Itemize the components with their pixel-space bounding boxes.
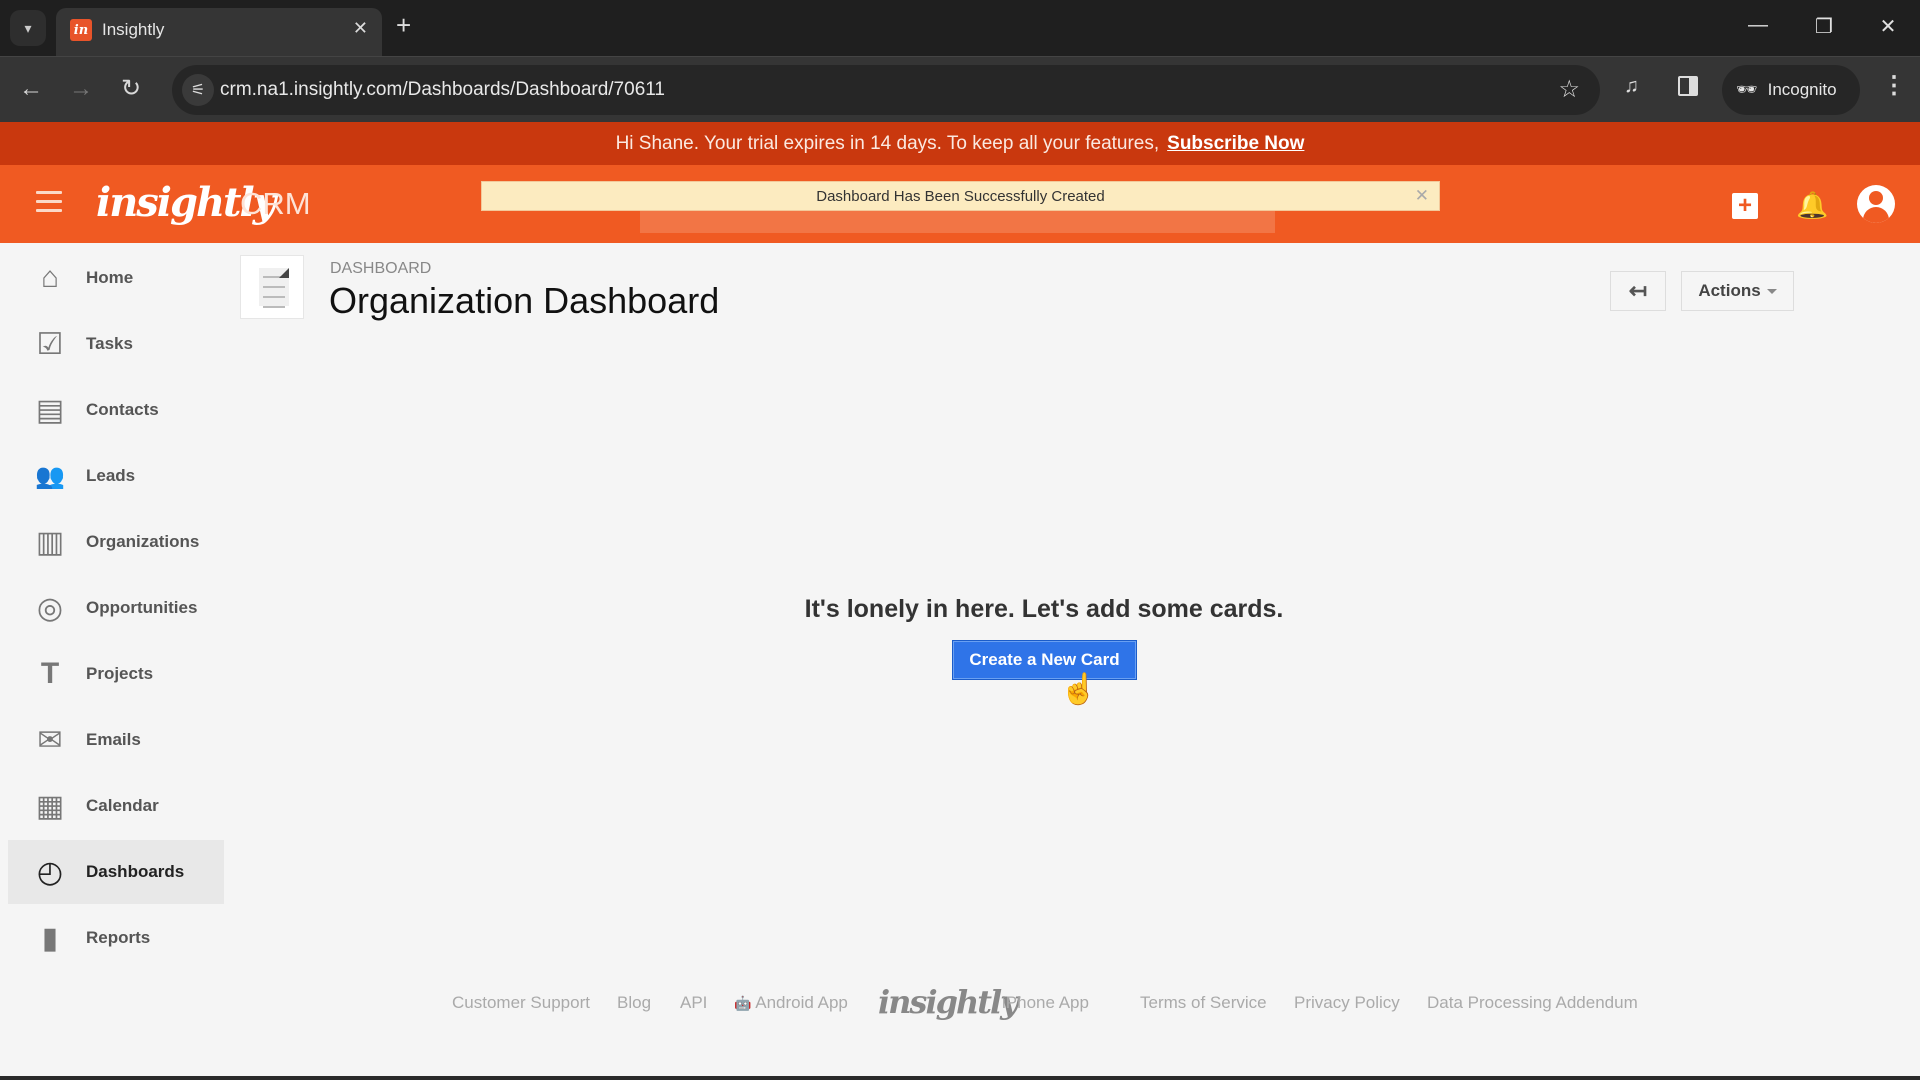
- footer-link-terms[interactable]: Terms of Service: [1140, 993, 1267, 1013]
- sidebar-item-organizations[interactable]: ▥ Organizations: [8, 510, 224, 574]
- sidebar-item-label: Contacts: [86, 400, 159, 419]
- sidebar-item-leads[interactable]: 👥 Leads: [8, 444, 224, 508]
- hammer-icon: T: [40, 657, 60, 690]
- envelope-icon: ✉: [37, 723, 63, 757]
- incognito-icon: 🕶: [1736, 80, 1758, 99]
- footer-link-data-processing[interactable]: Data Processing Addendum: [1427, 993, 1638, 1013]
- home-icon: ⌂: [40, 261, 60, 294]
- product-name: CRM: [240, 186, 311, 221]
- sidebar-item-label: Home: [86, 268, 134, 287]
- sidebar-item-label: Tasks: [86, 334, 133, 353]
- footer-link-blog[interactable]: Blog: [617, 993, 651, 1013]
- notifications-bell-icon[interactable]: 🔔: [1796, 190, 1828, 221]
- sidebar-item-label: Projects: [86, 664, 154, 683]
- browser-tab[interactable]: in Insightly ✕: [56, 8, 382, 56]
- forward-arrow-icon[interactable]: →: [66, 75, 96, 103]
- app-header: insightly CRM Dashboard Has Been Success…: [0, 165, 1920, 243]
- dashboard-document-icon: [240, 255, 304, 319]
- global-search-bar[interactable]: [640, 211, 1275, 233]
- incognito-label: Incognito: [1767, 80, 1837, 99]
- media-controls-icon[interactable]: ♫: [1624, 75, 1639, 98]
- chevron-down-icon: ▾: [24, 19, 32, 36]
- tasks-checkbox-icon: ☑: [36, 327, 64, 361]
- iphone-app-label: iPhone App: [1002, 993, 1089, 1012]
- sidebar-item-home[interactable]: ⌂ Home: [8, 246, 224, 310]
- trial-banner: Hi Shane. Your trial expires in 14 days.…: [0, 122, 1920, 165]
- speedometer-icon: ◴: [36, 855, 64, 889]
- sidebar-item-calendar[interactable]: ▦ Calendar: [8, 774, 224, 838]
- back-arrow-icon: ↤: [1628, 278, 1648, 303]
- bottom-edge: [0, 1076, 1920, 1080]
- sidebar-item-emails[interactable]: ✉ Emails: [8, 708, 224, 772]
- url-text[interactable]: crm.na1.insightly.com/Dashboards/Dashboa…: [220, 79, 665, 101]
- actions-label: Actions: [1698, 281, 1761, 300]
- footer: Customer Support Blog API 🤖 Android App …: [0, 983, 1920, 1021]
- browser-menu-icon[interactable]: ⋮: [1882, 71, 1906, 100]
- site-info-icon[interactable]: ⚟: [182, 74, 214, 106]
- browser-toolbar: ← → ↻ ⚟ crm.na1.insightly.com/Dashboards…: [0, 56, 1920, 122]
- back-button[interactable]: ↤: [1610, 271, 1666, 311]
- contact-card-icon: ▤: [35, 393, 65, 427]
- restore-button[interactable]: ❐: [1804, 14, 1844, 39]
- reload-icon[interactable]: ↻: [116, 75, 146, 103]
- sidebar-item-reports[interactable]: ▮ Reports: [8, 906, 224, 970]
- incognito-indicator[interactable]: 🕶 Incognito: [1722, 65, 1860, 115]
- people-icon: 👥: [35, 462, 65, 490]
- sidebar-item-label: Dashboards: [86, 862, 185, 881]
- caret-down-icon: [1766, 288, 1777, 294]
- subscribe-now-link[interactable]: Subscribe Now: [1167, 133, 1304, 155]
- minimize-button[interactable]: —: [1738, 14, 1778, 37]
- footer-link-privacy[interactable]: Privacy Policy: [1294, 993, 1400, 1013]
- android-app-label: Android App: [755, 993, 848, 1012]
- sidebar-item-projects[interactable]: T Projects: [8, 642, 224, 706]
- footer-link-iphone-app[interactable]: iPhone App: [1002, 993, 1089, 1013]
- bar-chart-icon: ▮: [41, 921, 59, 955]
- new-tab-button[interactable]: +: [396, 12, 411, 38]
- sidebar-item-label: Leads: [86, 466, 136, 485]
- bookmark-star-icon[interactable]: ☆: [1558, 75, 1580, 104]
- quick-add-icon[interactable]: +: [1732, 193, 1758, 219]
- success-toast: Dashboard Has Been Successfully Created …: [481, 181, 1440, 211]
- insightly-favicon-icon: in: [70, 19, 92, 41]
- toast-message: Dashboard Has Been Successfully Created: [816, 187, 1105, 205]
- actions-dropdown-button[interactable]: Actions: [1681, 271, 1794, 311]
- create-new-card-button[interactable]: Create a New Card: [952, 640, 1137, 680]
- building-icon: ▥: [35, 525, 65, 559]
- tab-close-icon[interactable]: ✕: [353, 18, 368, 39]
- sidebar-item-label: Calendar: [86, 796, 159, 815]
- sidebar-item-label: Reports: [86, 928, 151, 947]
- calendar-icon: ▦: [35, 789, 65, 823]
- tab-title: Insightly: [102, 20, 165, 39]
- address-bar[interactable]: ⚟ crm.na1.insightly.com/Dashboards/Dashb…: [172, 65, 1600, 115]
- sidebar-item-label: Emails: [86, 730, 141, 749]
- android-icon: 🤖: [734, 995, 752, 1011]
- footer-insightly-logo: insightly: [878, 983, 1019, 1021]
- back-arrow-icon[interactable]: ←: [16, 75, 46, 103]
- page-title: Organization Dashboard: [329, 280, 720, 321]
- footer-link-api[interactable]: API: [680, 993, 707, 1013]
- side-panel-icon[interactable]: [1678, 76, 1698, 96]
- hand-pointer-cursor-icon: ☝: [1060, 673, 1098, 706]
- browser-tab-bar: ▾ in Insightly ✕ + — ❐ ✕: [0, 0, 1920, 56]
- sidebar-item-tasks[interactable]: ☑ Tasks: [8, 312, 224, 376]
- hamburger-menu-icon[interactable]: [36, 191, 62, 213]
- sidebar-item-label: Organizations: [86, 532, 200, 551]
- empty-state-message: It's lonely in here. Let's add some card…: [804, 595, 1284, 623]
- trial-message: Hi Shane. Your trial expires in 14 days.…: [615, 132, 1160, 154]
- sidebar-item-dashboards[interactable]: ◴ Dashboards: [8, 840, 224, 904]
- sidebar-item-contacts[interactable]: ▤ Contacts: [8, 378, 224, 442]
- footer-link-android-app[interactable]: 🤖 Android App: [734, 993, 848, 1013]
- tab-list-button[interactable]: ▾: [10, 10, 46, 46]
- breadcrumb: DASHBOARD: [330, 260, 432, 277]
- footer-link-customer-support[interactable]: Customer Support: [452, 993, 590, 1013]
- user-avatar-icon[interactable]: [1857, 185, 1895, 223]
- window-close-button[interactable]: ✕: [1868, 14, 1908, 39]
- toast-close-icon[interactable]: ✕: [1415, 186, 1429, 206]
